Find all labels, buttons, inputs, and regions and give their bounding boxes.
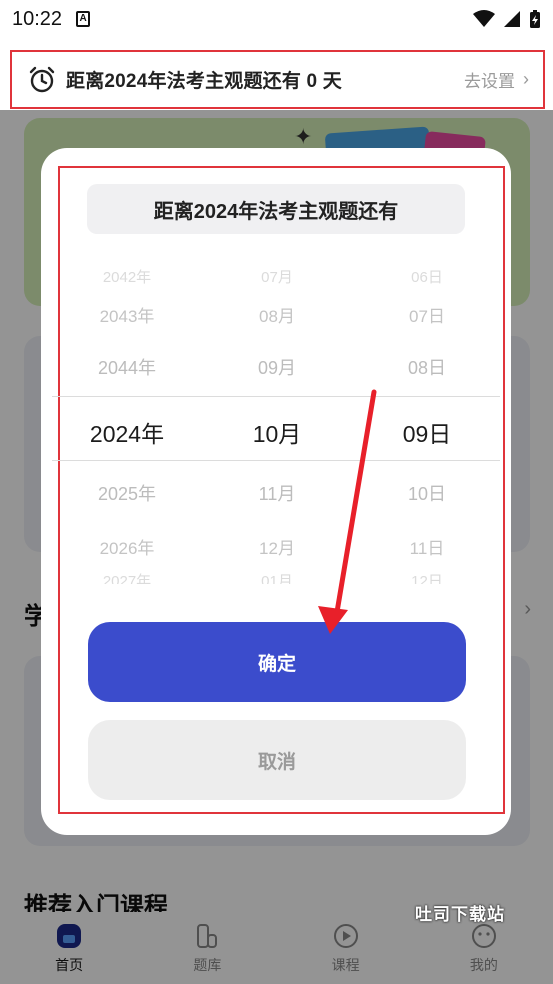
a-box-icon: A [76, 11, 91, 27]
month-option[interactable]: 09月 [202, 354, 352, 380]
chevron-right-icon: › [523, 69, 529, 89]
year-option[interactable]: 2025年 [52, 480, 202, 506]
year-option[interactable]: 2042年 [52, 266, 202, 287]
month-wheel[interactable]: 07月 08月 09月 10月 11月 12月 01月 [202, 262, 352, 584]
battery-charging-icon [530, 10, 540, 28]
dialog-title: 距离2024年法考主观题还有 [87, 184, 465, 234]
month-option[interactable]: 11月 [202, 480, 352, 506]
day-option-selected[interactable]: 09日 [352, 415, 500, 449]
month-option[interactable]: 12月 [202, 534, 352, 559]
month-option-selected[interactable]: 10月 [202, 415, 352, 449]
confirm-button[interactable]: 确定 [88, 622, 466, 702]
year-option[interactable]: 2043年 [52, 302, 202, 327]
year-option[interactable]: 2027年 [52, 570, 202, 584]
watermark: 吐司下载站 [415, 905, 505, 924]
status-bar: 10:22 A [0, 0, 553, 38]
day-option[interactable]: 10日 [352, 480, 500, 506]
year-wheel[interactable]: 2042年 2043年 2044年 2024年 2025年 2026年 2027… [52, 262, 202, 584]
alarm-clock-icon [29, 66, 55, 92]
date-wheel-picker[interactable]: 2042年 2043年 2044年 2024年 2025年 2026年 2027… [52, 262, 500, 584]
day-option[interactable]: 07日 [352, 302, 500, 327]
day-wheel[interactable]: 06日 07日 08日 09日 10日 11日 12日 [352, 262, 500, 584]
status-icons [473, 9, 541, 29]
year-option[interactable]: 2044年 [52, 354, 202, 380]
year-option[interactable]: 2026年 [52, 534, 202, 559]
status-time: 10:22 [12, 7, 63, 30]
go-settings-link[interactable]: 去设置 [464, 67, 515, 92]
day-option[interactable]: 06日 [352, 266, 500, 287]
month-option[interactable]: 07月 [202, 266, 352, 287]
month-option[interactable]: 01月 [202, 570, 352, 584]
month-option[interactable]: 08月 [202, 302, 352, 327]
signal-icon [504, 11, 520, 27]
day-option[interactable]: 11日 [352, 534, 500, 559]
year-option-selected[interactable]: 2024年 [52, 415, 202, 449]
countdown-banner[interactable]: 距离2024年法考主观题还有 0 天 去设置 › [10, 50, 545, 109]
day-option[interactable]: 08日 [352, 354, 500, 380]
countdown-text: 距离2024年法考主观题还有 0 天 [66, 71, 342, 92]
wifi-icon [473, 10, 495, 27]
day-option[interactable]: 12日 [352, 570, 500, 584]
cancel-button[interactable]: 取消 [88, 720, 466, 800]
